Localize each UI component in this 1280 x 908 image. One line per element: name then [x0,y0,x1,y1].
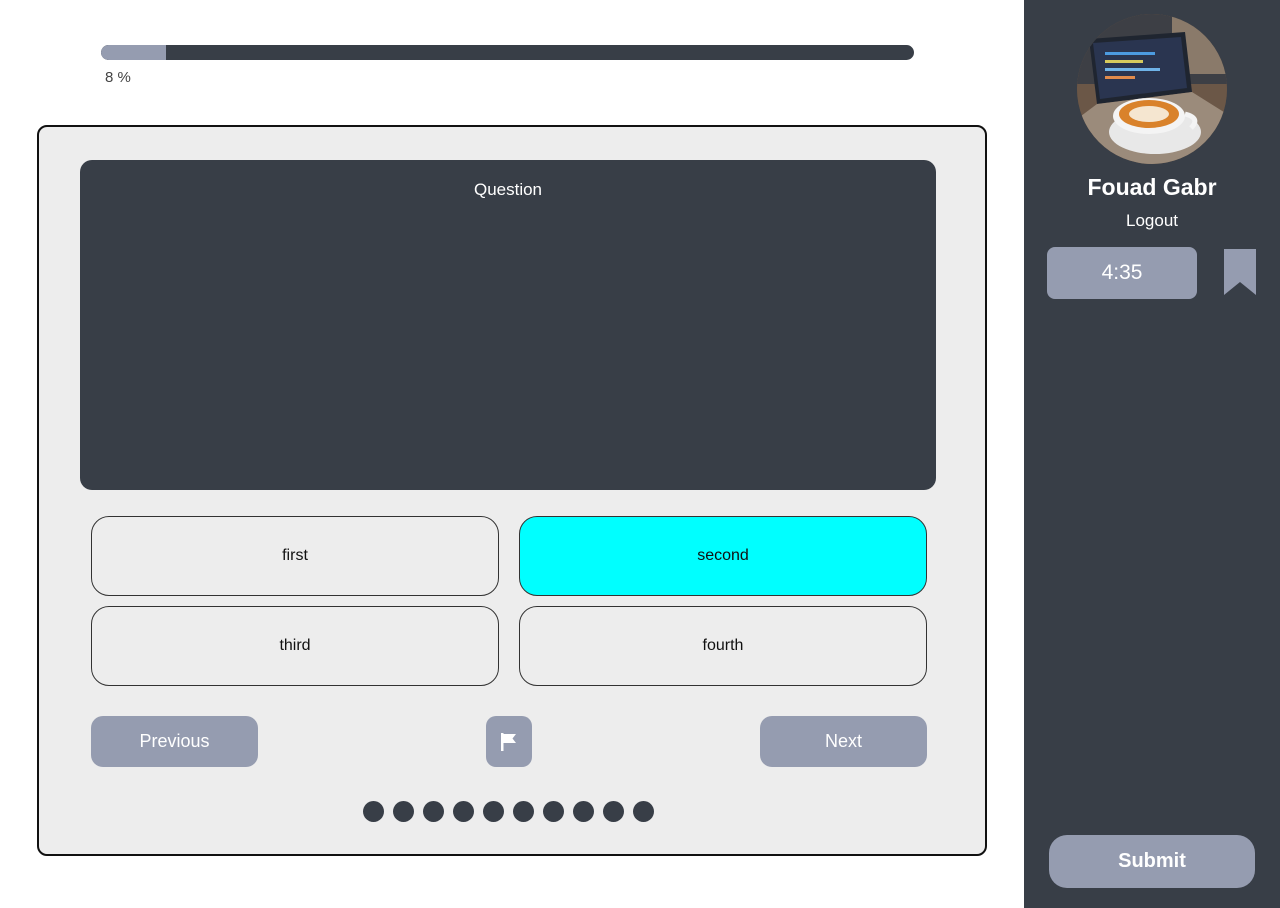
answer-option-first[interactable]: first [91,516,499,596]
submit-button[interactable]: Submit [1049,835,1255,888]
question-dot-1[interactable] [363,801,384,822]
question-dot-7[interactable] [543,801,564,822]
progress-bar [101,45,914,60]
answer-option-third[interactable]: third [91,606,499,686]
question-dot-2[interactable] [393,801,414,822]
answer-option-second[interactable]: second [519,516,927,596]
flag-button[interactable] [486,716,532,767]
question-title: Question [473,180,543,199]
answer-option-fourth[interactable]: fourth [519,606,927,686]
bookmark-icon[interactable] [1223,248,1257,296]
avatar-photo [1077,14,1227,164]
progress-fill [101,45,167,60]
question-dot-8[interactable] [573,801,594,822]
flag-icon [501,732,516,751]
question-dot-4[interactable] [453,801,474,822]
next-button[interactable]: Next [760,716,927,767]
question-dot-3[interactable] [423,801,444,822]
question-dots [363,801,654,822]
avatar [1077,14,1227,164]
progress-label: 8 % [105,69,131,86]
question-dot-9[interactable] [603,801,624,822]
question-dot-6[interactable] [513,801,534,822]
logout-link[interactable]: Logout [1024,211,1280,231]
question-dot-5[interactable] [483,801,504,822]
user-name: Fouad Gabr [1087,174,1217,200]
question-dot-10[interactable] [633,801,654,822]
question-box: Question [80,160,936,490]
quiz-main-area: 8 % Question first second third fourth P… [0,0,1024,908]
timer-display: 4:35 [1047,247,1197,299]
sidebar: Fouad Gabr Logout 4:35 Submit [1024,0,1280,908]
question-card: Question first second third fourth Previ… [37,125,987,856]
previous-button[interactable]: Previous [91,716,258,767]
